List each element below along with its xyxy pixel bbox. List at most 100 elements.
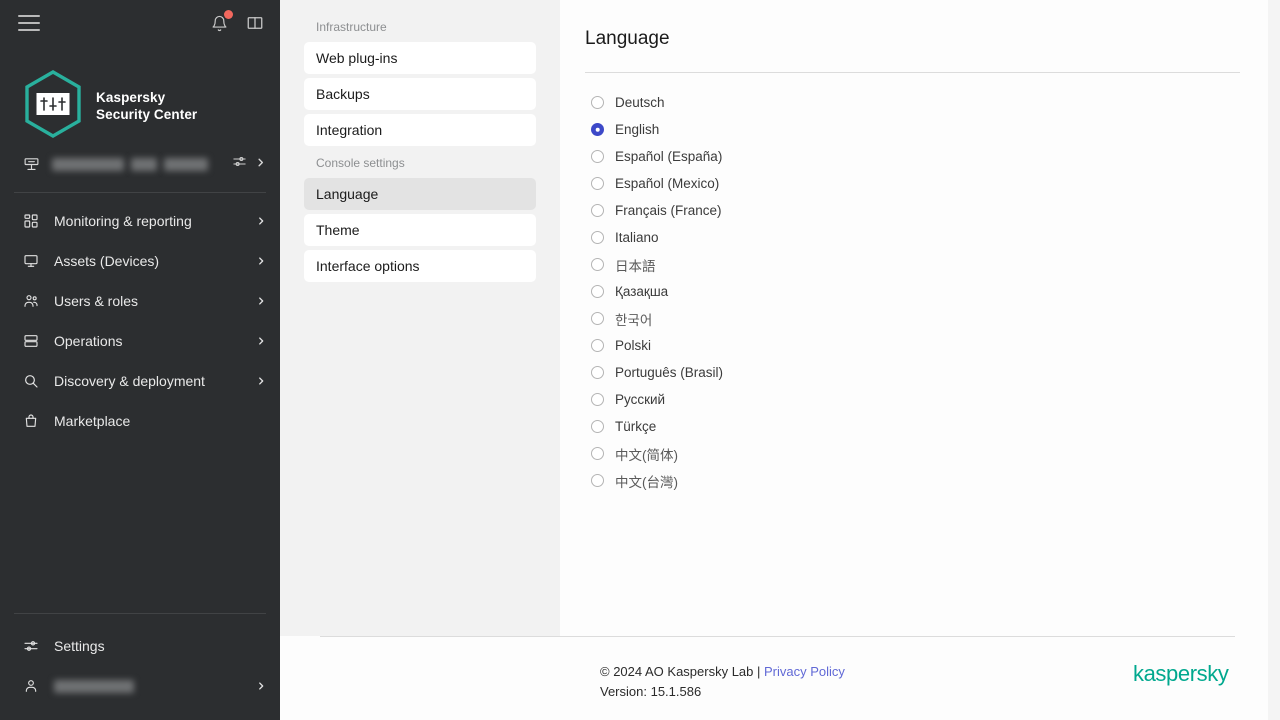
- submenu-item-language[interactable]: Language: [304, 178, 536, 210]
- language-option-francais-france[interactable]: Français (France): [585, 197, 1240, 224]
- radio-icon[interactable]: [591, 231, 604, 244]
- radio-icon[interactable]: [591, 177, 604, 190]
- radio-icon[interactable]: [591, 258, 604, 271]
- language-label: Español (España): [615, 149, 723, 164]
- radio-icon[interactable]: [591, 285, 604, 298]
- product-logo: Kaspersky Security Center: [0, 46, 280, 142]
- submenu-item-theme[interactable]: Theme: [304, 214, 536, 246]
- radio-icon-selected[interactable]: [591, 123, 604, 136]
- submenu-item-label: Language: [316, 186, 379, 202]
- sidebar-nav: Monitoring & reporting Assets (Devices): [0, 193, 280, 441]
- submenu-item-label: Interface options: [316, 258, 420, 274]
- language-label: 한국어: [615, 312, 653, 328]
- sidebar-item-settings[interactable]: Settings: [0, 626, 280, 666]
- servers-stack-icon: [22, 332, 40, 350]
- language-label: English: [615, 122, 660, 137]
- radio-icon[interactable]: [591, 393, 604, 406]
- submenu-item-interface-options[interactable]: Interface options: [304, 250, 536, 282]
- submenu-item-integration[interactable]: Integration: [304, 114, 536, 146]
- kaspersky-security-center-console: Kaspersky Security Center Monitoring & r…: [0, 0, 1280, 720]
- sliders-icon: [22, 637, 40, 655]
- radio-icon[interactable]: [591, 339, 604, 352]
- page-title: Language: [585, 28, 670, 49]
- chevron-right-icon[interactable]: [256, 333, 266, 349]
- language-option-polski[interactable]: Polski: [585, 332, 1240, 359]
- submenu-item-label: Integration: [316, 122, 383, 138]
- server-name-redacted: [52, 157, 208, 171]
- language-option-deutsch[interactable]: Deutsch: [585, 89, 1240, 116]
- language-option-japanese[interactable]: 日本語: [585, 251, 1240, 278]
- radio-icon[interactable]: [591, 420, 604, 433]
- copyright-text: © 2024 AO Kaspersky Lab |: [600, 664, 764, 679]
- language-option-italiano[interactable]: Italiano: [585, 224, 1240, 251]
- kaspersky-hexagon-logo: [22, 69, 84, 144]
- radio-icon[interactable]: [591, 312, 604, 325]
- language-option-chinese-traditional[interactable]: 中文(台灣): [585, 467, 1240, 494]
- user-icon: [22, 677, 40, 695]
- product-name-line1: Kaspersky: [96, 89, 166, 105]
- server-actions: [232, 154, 266, 174]
- sidebar-item-users-roles[interactable]: Users & roles: [0, 281, 280, 321]
- radio-icon[interactable]: [591, 447, 604, 460]
- notification-badge: [224, 10, 233, 19]
- submenu-item-label: Theme: [316, 222, 360, 238]
- sidebar-topbar: [0, 0, 280, 46]
- account-name-redacted: [54, 679, 134, 693]
- radio-icon[interactable]: [591, 366, 604, 379]
- language-option-kazakh[interactable]: Қазақша: [585, 278, 1240, 305]
- footer-divider: [320, 636, 1235, 637]
- language-label: Português (Brasil): [615, 365, 724, 380]
- language-label: Italiano: [615, 230, 659, 245]
- language-label: Français (France): [615, 203, 722, 218]
- product-name: Kaspersky Security Center: [96, 89, 197, 124]
- sidebar-item-assets-devices[interactable]: Assets (Devices): [0, 241, 280, 281]
- language-option-portugues-brasil[interactable]: Português (Brasil): [585, 359, 1240, 386]
- language-label: Русский: [615, 392, 666, 407]
- chevron-right-icon[interactable]: [256, 213, 266, 229]
- sidebar-item-label: Marketplace: [54, 413, 131, 429]
- sliders-icon[interactable]: [232, 154, 247, 174]
- chevron-right-icon[interactable]: [255, 155, 266, 173]
- radio-icon[interactable]: [591, 474, 604, 487]
- privacy-policy-link[interactable]: Privacy Policy: [764, 664, 845, 679]
- sidebar-item-label: Monitoring & reporting: [54, 213, 192, 229]
- sidebar-item-operations[interactable]: Operations: [0, 321, 280, 361]
- language-option-espanol-mexico[interactable]: Español (Mexico): [585, 170, 1240, 197]
- language-option-english[interactable]: English: [585, 116, 1240, 143]
- sidebar-item-marketplace[interactable]: Marketplace: [0, 401, 280, 441]
- kaspersky-wordmark: kaspersky: [1133, 661, 1229, 686]
- language-option-korean[interactable]: 한국어: [585, 305, 1240, 332]
- sidebar-item-discovery-deployment[interactable]: Discovery & deployment: [0, 361, 280, 401]
- magnifier-icon: [22, 372, 40, 390]
- chevron-right-icon[interactable]: [256, 678, 266, 694]
- hamburger-menu-icon[interactable]: [18, 15, 40, 31]
- sidebar-item-label: Settings: [54, 638, 105, 654]
- sidebar-top-icons: [208, 10, 266, 34]
- sidebar-item-account[interactable]: [0, 666, 280, 706]
- language-option-russian[interactable]: Русский: [585, 386, 1240, 413]
- footer-text: © 2024 AO Kaspersky Lab | Privacy Policy…: [600, 662, 845, 702]
- submenu-item-label: Web plug-ins: [316, 50, 398, 66]
- language-option-turkce[interactable]: Türkçe: [585, 413, 1240, 440]
- group-label-infrastructure: Infrastructure: [316, 20, 387, 34]
- radio-icon[interactable]: [591, 96, 604, 109]
- chevron-right-icon[interactable]: [256, 373, 266, 389]
- language-option-espanol-espana[interactable]: Español (España): [585, 143, 1240, 170]
- book-icon[interactable]: [244, 12, 266, 34]
- settings-submenu-panel: Infrastructure Web plug-ins Backups Inte…: [280, 0, 560, 636]
- language-settings-content: Language Deutsch English Español (España…: [560, 0, 1280, 636]
- server-selector[interactable]: [0, 142, 280, 186]
- submenu-item-label: Backups: [316, 86, 370, 102]
- submenu-item-web-plug-ins[interactable]: Web plug-ins: [304, 42, 536, 74]
- bell-icon[interactable]: [208, 10, 233, 34]
- submenu-item-backups[interactable]: Backups: [304, 78, 536, 110]
- version-text: Version: 15.1.586: [600, 684, 702, 700]
- page-scrollbar[interactable]: [1268, 0, 1280, 720]
- radio-icon[interactable]: [591, 204, 604, 217]
- chevron-right-icon[interactable]: [256, 253, 266, 269]
- chevron-right-icon[interactable]: [256, 293, 266, 309]
- radio-icon[interactable]: [591, 150, 604, 163]
- language-option-chinese-simplified[interactable]: 中文(简体): [585, 440, 1240, 467]
- sidebar-item-monitoring-reporting[interactable]: Monitoring & reporting: [0, 201, 280, 241]
- language-label: 中文(台灣): [615, 474, 678, 490]
